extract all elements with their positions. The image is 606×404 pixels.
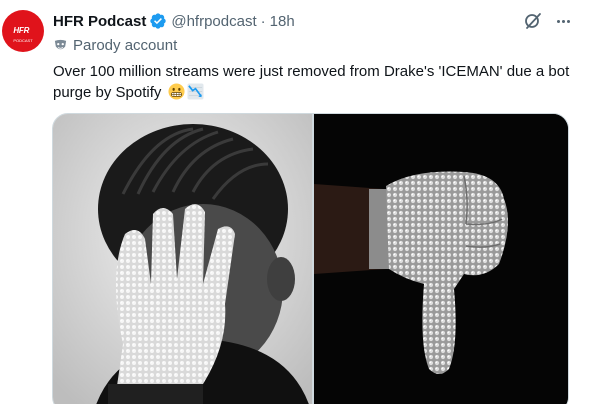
tweet-text: Over 100 million streams were just remov… <box>53 61 593 103</box>
timestamp[interactable]: 18h <box>270 13 295 30</box>
avatar[interactable]: HFR PODCAST <box>2 10 44 52</box>
parody-label-text: Parody account <box>73 36 178 54</box>
parody-mask-icon <box>53 38 68 53</box>
chart-decreasing-emoji <box>187 83 204 100</box>
photo-man-face-palm-glove[interactable] <box>53 114 312 404</box>
photo-glove-thumbs-down[interactable] <box>314 114 568 404</box>
separator-dot: · <box>260 12 266 30</box>
grok-icon[interactable] <box>523 11 543 31</box>
author-name[interactable]: HFR Podcast <box>53 13 146 30</box>
parody-label: Parody account <box>53 36 177 54</box>
verified-badge-icon[interactable] <box>149 12 167 30</box>
tweet-card[interactable]: HFR PODCAST HFR Podcast @hfrpodcast · 18… <box>0 0 606 404</box>
grimacing-face-emoji <box>168 83 185 100</box>
media-grid <box>52 113 569 404</box>
avatar-logo-text: HFR <box>13 25 30 35</box>
avatar-logo-subtext: PODCAST <box>13 37 33 43</box>
more-icon[interactable] <box>553 13 573 29</box>
author-handle[interactable]: @hfrpodcast <box>171 13 256 30</box>
tweet-header: HFR Podcast @hfrpodcast · 18h <box>53 11 295 31</box>
tweet-text-content: Over 100 million streams were just remov… <box>53 63 570 101</box>
